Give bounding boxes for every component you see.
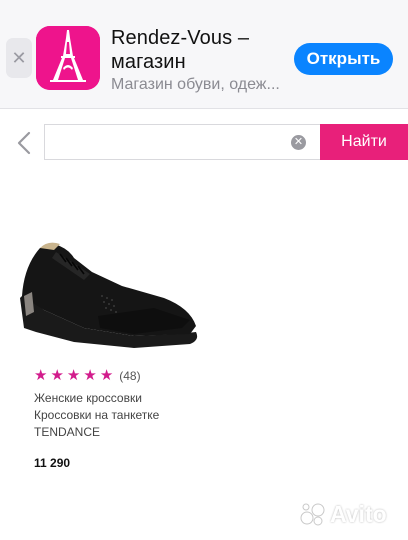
product-image[interactable] [14, 236, 204, 356]
clear-search-button[interactable]: ✕ [291, 135, 306, 150]
search-button[interactable]: Найти [320, 124, 408, 160]
star-icon: ★ [34, 367, 48, 384]
clear-icon: ✕ [293, 136, 304, 148]
reviews-count[interactable]: (48) [119, 369, 140, 383]
star-icon: ★ [83, 367, 97, 384]
product-price: 11 290 [34, 456, 71, 470]
search-input[interactable] [53, 125, 287, 161]
star-icon: ★ [66, 367, 81, 384]
open-app-button[interactable]: Открыть [294, 43, 393, 75]
product-brand: TENDANCE [34, 425, 101, 439]
app-install-banner: ✕ Rendez-Vous – магазин Магазин обуви, о… [0, 0, 408, 109]
avito-watermark: Avito [300, 499, 387, 529]
eiffel-tower-logo-icon [36, 26, 100, 90]
product-info[interactable]: Женские кроссовки Кроссовки на танкетке … [34, 390, 234, 441]
app-title: Rendez-Vous – магазин [111, 27, 250, 73]
product-rating: ★ ★ ★ ★ ★ (48) [34, 367, 141, 385]
avito-logo-icon [300, 503, 325, 526]
back-button[interactable] [12, 128, 36, 158]
close-banner-button[interactable]: ✕ [6, 38, 32, 78]
sneaker-image [20, 242, 198, 348]
product-category: Женские кроссовки [34, 391, 142, 405]
star-icon: ★ [50, 367, 64, 384]
search-field: ✕ [44, 124, 320, 161]
chevron-left-icon [17, 131, 31, 155]
star-icon: ★ [99, 367, 114, 384]
product-name: Кроссовки на танкетке [34, 408, 160, 422]
app-icon[interactable] [36, 26, 100, 90]
close-icon: ✕ [11, 48, 27, 68]
app-subtitle: Магазин обуви, одеж... [111, 76, 280, 93]
watermark-text: Avito [330, 500, 387, 527]
